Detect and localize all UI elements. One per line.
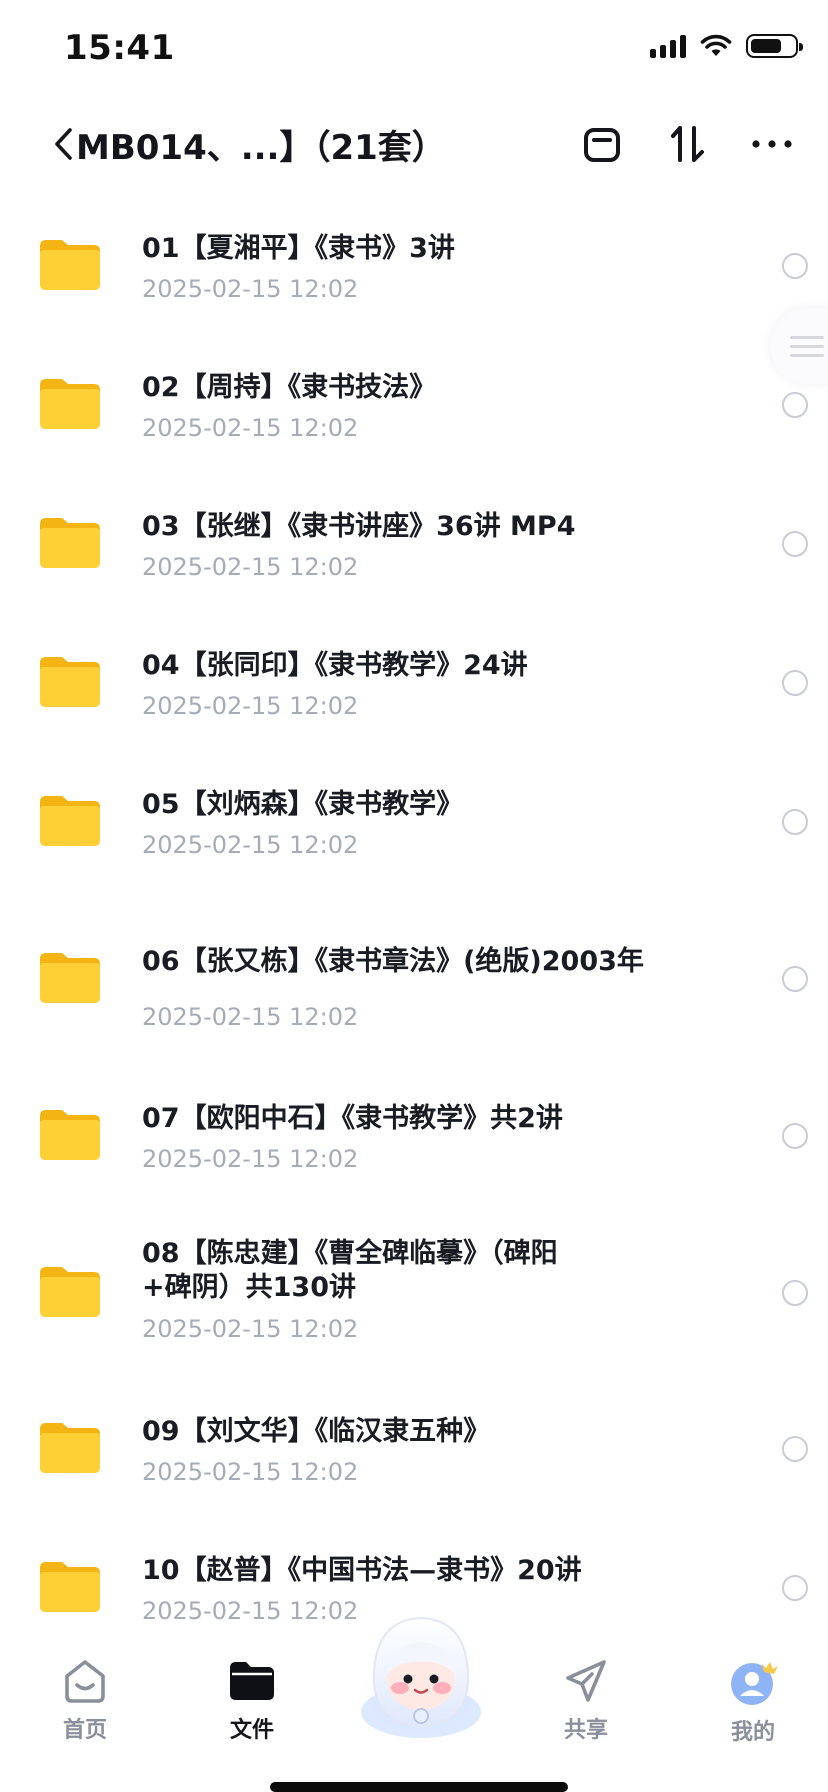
select-radio[interactable] [782,392,808,418]
folder-icon [40,518,100,568]
folder-icon [40,1267,100,1317]
file-name: 09【刘文华】《临汉隶五种》 [142,1416,491,1447]
list-item[interactable]: 09【刘文华】《临汉隶五种》 2025-02-15 12:02 [0,1373,828,1512]
file-name: 03【张继】《隶书讲座》36讲 MP4 [142,511,576,542]
file-name: 08【陈忠建】《曹全碑临摹》（碑阳 [142,1238,558,1269]
tab-bar: 首页 文件 共享 我的 [0,1616,828,1792]
tab-profile[interactable]: 我的 [693,1658,813,1746]
profile-avatar-icon [731,1662,778,1705]
list-item[interactable]: 03【张继】《隶书讲座》36讲 MP4 2025-02-15 12:02 [0,468,828,607]
back-icon[interactable] [50,124,78,164]
tab-label: 文件 [229,1718,274,1743]
select-radio[interactable] [782,253,808,279]
paper-plane-icon [566,1660,606,1702]
select-radio[interactable] [782,966,808,992]
file-name: 10【赵普】《中国书法—隶书》20讲 [142,1555,582,1586]
status-icons [650,34,803,58]
file-date: 2025-02-15 12:02 [142,1597,359,1625]
mascot-assistant-icon[interactable] [346,1600,496,1750]
wifi-icon [700,34,732,56]
status-time: 15:41 [64,28,175,68]
file-date: 2025-02-15 12:02 [142,831,359,859]
folder-icon [40,796,100,846]
select-radio[interactable] [782,1123,808,1149]
select-radio[interactable] [782,531,808,557]
sort-icon [671,126,704,162]
list-item[interactable]: 06【张又栋】《隶书章法》(绝版)2003年 2025-02-15 12:02 [0,885,828,1060]
more-dots-icon [752,140,792,148]
page-title: MB014、...】（21套） [76,128,446,168]
folder-icon [40,657,100,707]
sort-button[interactable] [662,118,714,170]
tab-share[interactable]: 共享 [526,1658,646,1744]
list-item[interactable]: 02【周持】《隶书技法》 2025-02-15 12:02 [0,329,828,468]
select-radio[interactable] [782,809,808,835]
tab-files[interactable]: 文件 [192,1658,312,1744]
file-name: 06【张又栋】《隶书章法》(绝版)2003年 [142,946,644,977]
folder-icon [40,1110,100,1160]
file-date: 2025-02-15 12:02 [142,1003,359,1031]
list-item[interactable]: 05【刘炳森】《隶书教学》 2025-02-15 12:02 [0,746,828,885]
file-date: 2025-02-15 12:02 [142,1145,359,1173]
file-date: 2025-02-15 12:02 [142,692,359,720]
status-bar: 15:41 [0,0,828,100]
tab-label: 首页 [62,1718,107,1743]
battery-icon [746,34,803,58]
tab-label: 我的 [730,1720,775,1745]
file-name: 07【欧阳中石】《隶书教学》共2讲 [142,1103,563,1134]
more-options-button[interactable] [746,118,798,170]
file-date: 2025-02-15 12:02 [142,1315,359,1343]
file-name: 02【周持】《隶书技法》 [142,372,437,403]
file-date: 2025-02-15 12:02 [142,553,359,581]
list-item[interactable]: 01【夏湘平】《隶书》3讲 2025-02-15 12:02 [0,190,828,329]
select-radio[interactable] [782,1280,808,1306]
file-name: 05【刘炳森】《隶书教学》 [142,789,464,820]
file-name-line2: +碑阴）共130讲 [142,1272,356,1303]
file-date: 2025-02-15 12:02 [142,275,359,303]
file-date: 2025-02-15 12:02 [142,1458,359,1486]
battery-fill [751,39,781,53]
tab-home[interactable]: 首页 [25,1658,145,1744]
list-item[interactable]: 07【欧阳中石】《隶书教学》共2讲 2025-02-15 12:02 [0,1060,828,1199]
home-icon [65,1660,105,1703]
select-radio[interactable] [782,1436,808,1462]
folder-icon [230,1662,274,1700]
nav-header: MB014、...】（21套） [0,100,828,190]
folder-icon [40,240,100,290]
select-box-icon [584,128,620,162]
file-name: 04【张同印】《隶书教学》24讲 [142,650,528,681]
file-date: 2025-02-15 12:02 [142,414,359,442]
folder-icon [40,379,100,429]
folder-icon [40,1423,100,1473]
file-name: 01【夏湘平】《隶书》3讲 [142,233,455,264]
select-radio[interactable] [782,670,808,696]
tab-label: 共享 [563,1718,608,1743]
list-item[interactable]: 08【陈忠建】《曹全碑临摹》（碑阳 +碑阴）共130讲 2025-02-15 1… [0,1199,828,1373]
folder-icon [40,1562,100,1612]
folder-icon [40,953,100,1003]
select-radio[interactable] [782,1575,808,1601]
list-item[interactable]: 04【张同印】《隶书教学》24讲 2025-02-15 12:02 [0,607,828,746]
home-indicator [270,1782,568,1792]
select-mode-button[interactable] [576,118,628,170]
cellular-signal-icon [650,34,686,58]
